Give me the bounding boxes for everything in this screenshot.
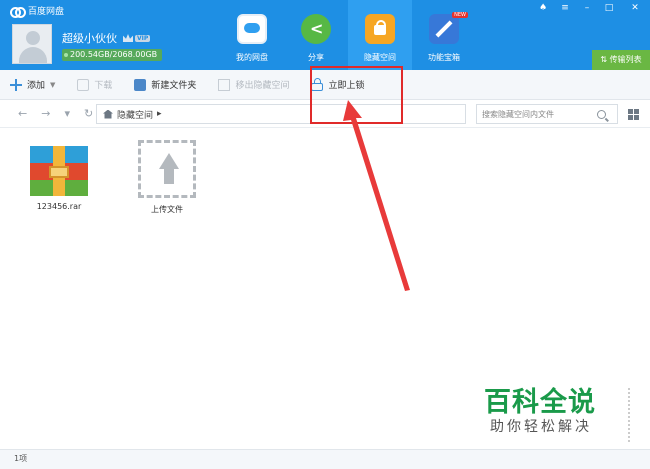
status-bar: 1项 xyxy=(0,449,650,469)
move-out-button[interactable]: 移出隐藏空间 xyxy=(218,78,289,91)
chevron-right-icon: ▸ xyxy=(157,109,162,119)
transfer-arrows-icon: ⇅ xyxy=(600,55,610,64)
vip-badge[interactable]: VIP xyxy=(123,34,151,42)
user-info: 超级小伙伙 VIP xyxy=(62,30,151,46)
app-title: 百度网盘 xyxy=(10,4,65,18)
nav-share[interactable]: 分享 xyxy=(284,0,348,70)
file-item[interactable]: 123456.rar xyxy=(24,146,94,211)
upload-file-item[interactable]: 上传文件 xyxy=(132,140,202,215)
storage-quota: 200.54GB/2068.00GB xyxy=(62,49,162,61)
search-icon[interactable] xyxy=(597,109,606,119)
grid-view-icon[interactable] xyxy=(628,109,639,120)
chevron-down-icon: ▼ xyxy=(50,80,56,89)
chevron-down-icon[interactable]: ▾ xyxy=(64,107,70,120)
menu-icon[interactable]: ≡ xyxy=(554,0,576,16)
avatar[interactable] xyxy=(12,24,52,64)
nav-my-drive[interactable]: 我的网盘 xyxy=(220,0,284,70)
app-header: 百度网盘 超级小伙伙 VIP 200.54GB/2068.00GB 我的网盘 分… xyxy=(0,0,650,70)
padlock-icon xyxy=(311,77,324,91)
watermark-subtitle: 助你轻松解决 xyxy=(490,419,592,435)
nav-hidden-space[interactable]: 隐藏空间 xyxy=(348,0,412,70)
close-icon[interactable]: ✕ xyxy=(620,0,650,16)
address-bar: ← → ▾ ↻ 隐藏空间 ▸ xyxy=(0,100,650,128)
rar-archive-icon xyxy=(30,146,88,196)
cloud-drive-icon xyxy=(237,14,267,44)
nav-toolbox[interactable]: NEW 功能宝箱 xyxy=(412,0,476,70)
new-folder-icon xyxy=(134,78,147,91)
breadcrumb-current[interactable]: 隐藏空间 xyxy=(117,108,153,121)
crown-icon xyxy=(123,34,133,42)
transfer-list-button[interactable]: ⇅ 传输列表 xyxy=(592,50,650,70)
window-controls: ♠ ≡ – □ ✕ xyxy=(532,0,650,16)
refresh-icon[interactable]: ↻ xyxy=(84,107,93,120)
breadcrumb[interactable]: 隐藏空间 ▸ xyxy=(96,104,466,124)
tools-icon xyxy=(429,14,459,44)
main-nav: 我的网盘 分享 隐藏空间 NEW 功能宝箱 xyxy=(220,0,476,70)
back-arrow-icon[interactable]: ← xyxy=(18,107,27,120)
new-badge: NEW xyxy=(452,12,468,18)
plus-icon xyxy=(10,78,22,91)
search-box xyxy=(476,104,618,124)
move-out-icon xyxy=(218,78,231,91)
share-icon xyxy=(301,14,331,44)
download-icon xyxy=(77,78,90,91)
app-title-text: 百度网盘 xyxy=(28,7,65,17)
forward-arrow-icon[interactable]: → xyxy=(41,107,50,120)
toolbar: 添加 ▼ 下载 新建文件夹 移出隐藏空间 立即上锁 xyxy=(0,70,650,100)
watermark-title: 百科全说 xyxy=(484,387,596,418)
item-count: 1项 xyxy=(14,454,28,463)
minimize-icon[interactable]: – xyxy=(576,0,598,16)
home-icon[interactable] xyxy=(103,109,113,119)
upload-label: 上传文件 xyxy=(151,205,183,214)
file-name: 123456.rar xyxy=(36,202,82,211)
add-button[interactable]: 添加 ▼ xyxy=(10,78,55,91)
maximize-icon[interactable]: □ xyxy=(598,0,620,16)
lock-icon xyxy=(365,14,395,44)
baidu-cloud-logo-icon xyxy=(10,6,26,18)
download-button[interactable]: 下载 xyxy=(77,78,112,91)
new-folder-button[interactable]: 新建文件夹 xyxy=(134,78,196,91)
username[interactable]: 超级小伙伙 xyxy=(62,30,117,46)
notification-bell-icon[interactable]: ♠ xyxy=(532,0,554,16)
search-input[interactable] xyxy=(482,109,597,119)
upload-icon xyxy=(138,140,196,198)
lock-now-button[interactable]: 立即上锁 xyxy=(311,77,364,91)
